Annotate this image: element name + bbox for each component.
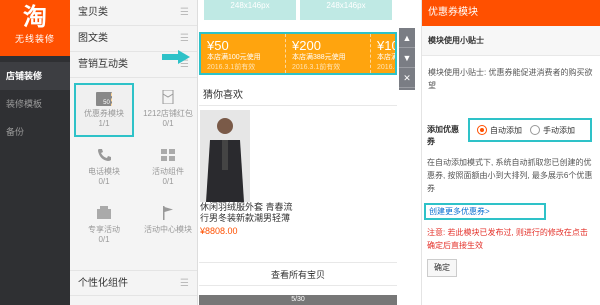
- radio-selected-icon[interactable]: [477, 125, 487, 135]
- module-name: 活动组件: [152, 167, 184, 176]
- coupon-condition: 本店满100元使用: [207, 54, 261, 61]
- module-grid: 50 优惠券模块 1/1 1212店铺红包 0/1 电话模块 0/1 活动组件 …: [70, 78, 197, 253]
- module-toolbar: ▲ ▼ ✕: [399, 28, 415, 90]
- coupon-date: 2016.3: [377, 64, 397, 71]
- module-count: 0/1: [162, 177, 174, 186]
- product-name[interactable]: 休闲羽绒服外套 青春流行男冬装新款潮男轻薄: [200, 202, 296, 224]
- view-all-button[interactable]: 查看所有宝贝: [199, 262, 397, 286]
- brand-text: 无线装修: [14, 34, 55, 44]
- coupon-icon: 50: [96, 92, 112, 106]
- module-coupon[interactable]: 50 优惠券模块 1/1: [74, 83, 134, 137]
- create-coupon-link[interactable]: 创建更多优惠券>: [424, 203, 546, 220]
- module-name: 专享活动: [88, 225, 120, 234]
- delete-icon[interactable]: ✕: [399, 68, 415, 88]
- coupon-card[interactable]: ¥50 本店满100元使用 2016.3.1前有效: [201, 34, 286, 73]
- image-placeholder: 248x146px: [204, 0, 296, 20]
- radio-auto-add[interactable]: 自动添加: [477, 125, 522, 136]
- product-price: ¥8808.00: [200, 226, 238, 236]
- module-phone[interactable]: 电话模块 0/1: [74, 141, 134, 195]
- image-placeholder: 248x146px: [300, 0, 392, 20]
- category-item-image-text[interactable]: 图文类 ☰: [70, 26, 197, 52]
- module-name: 电话模块: [88, 167, 120, 176]
- module-activity-center[interactable]: 活动中心模块: [138, 199, 198, 253]
- red-envelope-icon: [160, 89, 176, 105]
- category-label: 营销互动类: [78, 59, 128, 70]
- module-name: 优惠券模块: [84, 109, 124, 118]
- module-red-envelope[interactable]: 1212店铺红包 0/1: [138, 83, 198, 137]
- category-label: 个性化组件: [78, 278, 128, 289]
- coupon-amount: ¥100: [377, 38, 395, 53]
- module-count: 0/1: [98, 235, 110, 244]
- move-down-icon[interactable]: ▼: [399, 48, 415, 68]
- nav-item-backup[interactable]: 备份: [0, 118, 70, 146]
- category-item-custom[interactable]: 个性化组件 ☰: [70, 270, 197, 296]
- radio-manual-add[interactable]: 手动添加: [530, 125, 575, 136]
- coupon-amount: ¥50: [207, 38, 229, 53]
- module-name: 1212店铺红包: [143, 109, 193, 118]
- module-name: 活动中心模块: [144, 225, 192, 234]
- section-header: 模块使用小贴士: [422, 26, 600, 56]
- guess-you-like: 猜你喜欢 休闲羽绒服外套 青春流行男冬装新款潮男轻薄 ¥8808.00: [199, 86, 397, 236]
- auto-add-description: 在自动添加模式下, 系统自动抓取您已创建的优惠券, 按照面额由小到大排列, 最多…: [427, 158, 593, 193]
- module-activity[interactable]: 活动组件 0/1: [138, 141, 198, 195]
- radio-label: 手动添加: [543, 125, 575, 135]
- coupon-date: 2016.3.1前有效: [207, 64, 256, 71]
- brand: 淘 无线装修: [0, 0, 70, 56]
- pointer-arrow-icon: [162, 50, 190, 64]
- radio-label: 自动添加: [490, 125, 522, 135]
- phone-icon: [96, 148, 112, 162]
- coupon-strip[interactable]: ¥50 本店满100元使用 2016.3.1前有效 ¥200 本店满388元使用…: [199, 32, 397, 75]
- category-label: 宝贝类: [78, 7, 108, 18]
- phone-preview: 248x146px 248x146px ¥50 本店满100元使用 2016.3…: [199, 0, 397, 305]
- page-indicator: 5/30: [199, 295, 397, 305]
- left-nav: 淘 无线装修 店铺装修 装修模板 备份: [0, 0, 70, 305]
- module-exclusive[interactable]: 专享活动 0/1: [74, 199, 134, 253]
- flag-icon: [160, 206, 176, 220]
- module-count: 0/1: [98, 177, 110, 186]
- category-item-goods[interactable]: 宝贝类 ☰: [70, 0, 197, 26]
- confirm-button[interactable]: 确定: [427, 259, 457, 277]
- warning-text: 注意: 若此模块已发布过, 则进行的修改在点击确定后直接生效: [427, 228, 588, 250]
- module-library: 宝贝类 ☰ 图文类 ☰ 营销互动类 ☰ 50 优惠券模块 1/1 1212店铺红…: [70, 0, 198, 305]
- drag-handle-icon[interactable]: ☰: [180, 0, 189, 26]
- coupon-card[interactable]: ¥100 本店满 2016.3: [371, 34, 397, 73]
- image-placeholder-row: 248x146px 248x146px: [199, 0, 397, 20]
- coupon-condition: 本店满: [377, 54, 397, 61]
- product-image[interactable]: [200, 110, 250, 202]
- activity-icon: [160, 148, 176, 162]
- coupon-card[interactable]: ¥200 本店满388元使用 2016.3.1前有效: [286, 34, 371, 73]
- coupon-date: 2016.3.1前有效: [292, 64, 341, 71]
- coupon-amount: ¥200: [292, 38, 321, 53]
- tip-text: 模块使用小贴士: 优惠券能促进消费者的购买欲望: [428, 68, 593, 90]
- panel-title: 优惠券模块: [422, 0, 600, 26]
- add-coupon-label: 添加优惠券: [427, 125, 459, 146]
- coupon-condition: 本店满388元使用: [292, 54, 346, 61]
- nav-item-shop-decoration[interactable]: 店铺装修: [0, 62, 70, 90]
- category-label: 图文类: [78, 33, 108, 44]
- radio-unselected-icon[interactable]: [530, 125, 540, 135]
- taobao-logo: 淘: [23, 4, 47, 31]
- move-up-icon[interactable]: ▲: [399, 28, 415, 48]
- exclusive-icon: [96, 206, 112, 220]
- nav-item-templates[interactable]: 装修模板: [0, 90, 70, 118]
- drag-handle-icon[interactable]: ☰: [180, 26, 189, 52]
- module-count: 0/1: [162, 119, 174, 128]
- section-title: 猜你喜欢: [199, 86, 397, 106]
- module-count: 1/1: [98, 119, 110, 128]
- add-mode-radio-group: 自动添加 手动添加: [468, 118, 592, 142]
- drag-handle-icon[interactable]: ☰: [180, 271, 189, 297]
